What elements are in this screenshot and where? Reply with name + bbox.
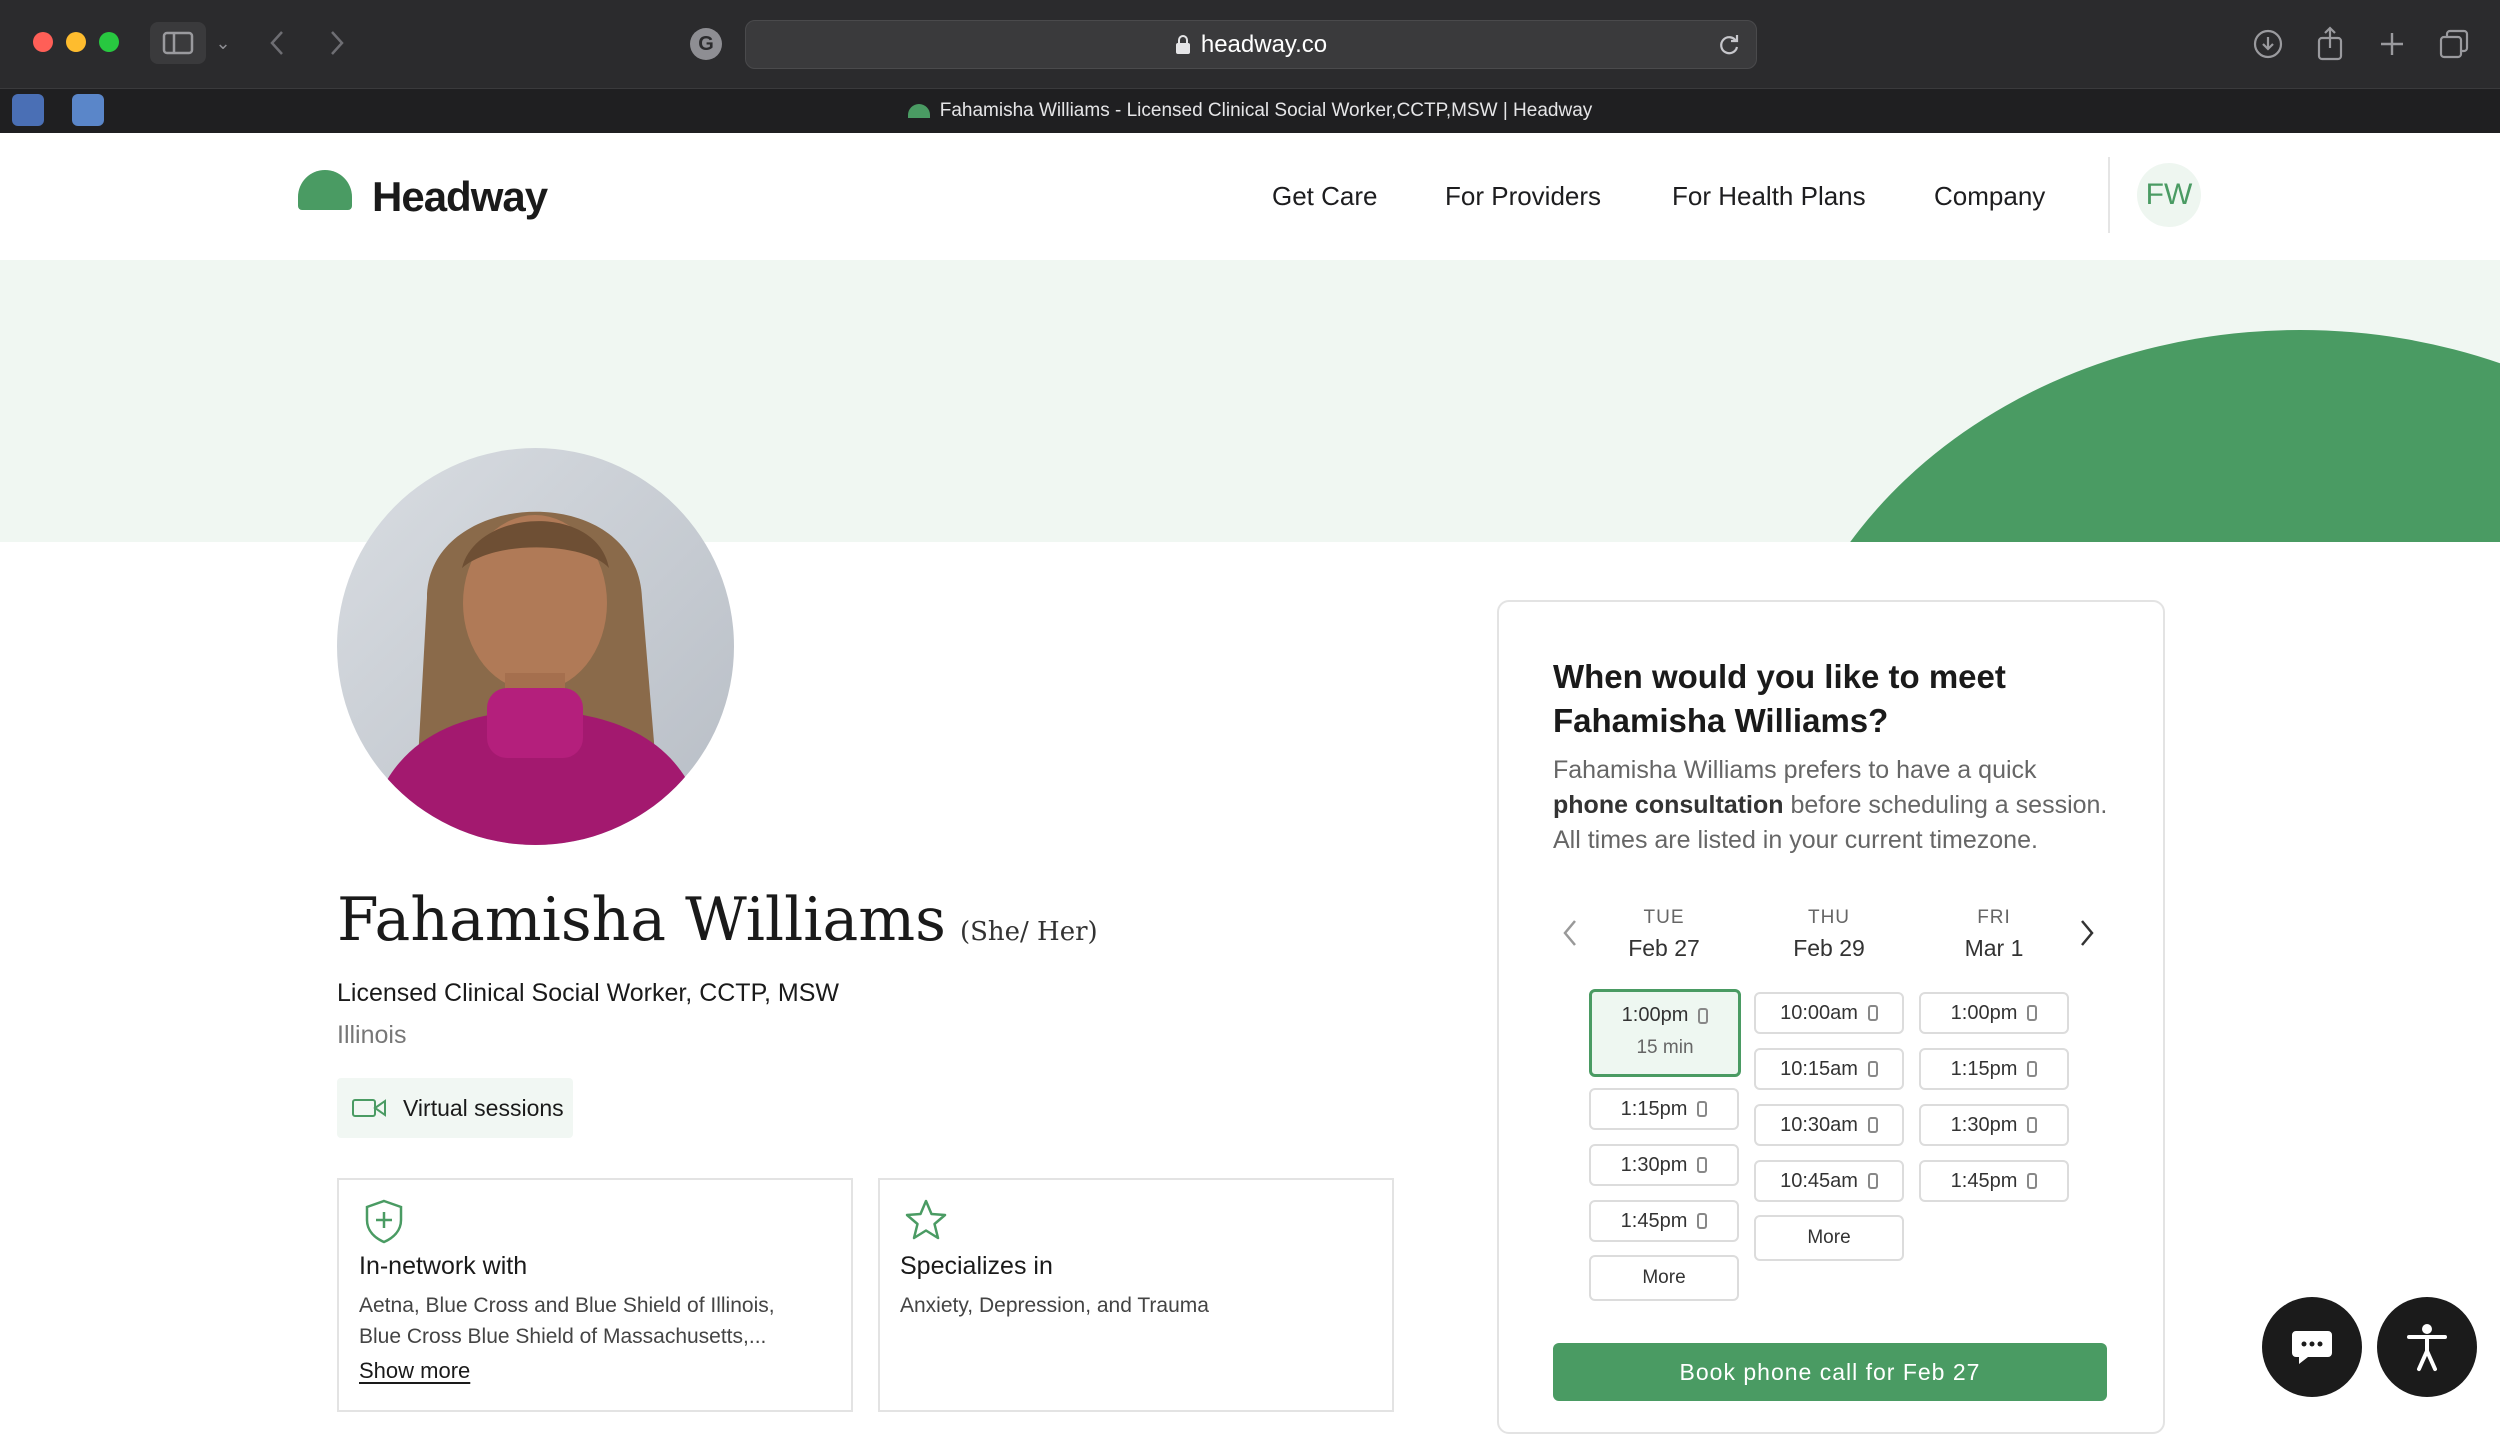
time-slot[interactable]: 1:45pm (1919, 1160, 2069, 1202)
time-slot[interactable]: 1:15pm (1919, 1048, 2069, 1090)
close-window-button[interactable] (33, 32, 53, 52)
more-times-button[interactable]: More (1754, 1215, 1904, 1261)
show-more-link[interactable]: Show more (359, 1358, 470, 1384)
specializes-text: Anxiety, Depression, and Trauma (900, 1294, 1209, 1317)
accessibility-button[interactable] (2377, 1297, 2477, 1397)
phone-icon (1698, 1007, 1709, 1024)
lock-icon (1175, 34, 1190, 54)
hero-banner (0, 260, 2500, 542)
nav-company[interactable]: Company (1934, 133, 2045, 260)
chevron-down-icon[interactable]: ⌄ (212, 26, 234, 60)
active-tab[interactable]: Fahamisha Williams - Licensed Clinical S… (0, 88, 2500, 133)
provider-credentials: Licensed Clinical Social Worker, CCTP, M… (337, 979, 840, 1007)
phone-icon (1697, 1213, 1708, 1229)
more-times-button[interactable]: More (1589, 1255, 1739, 1301)
url-text: headway.co (1200, 30, 1328, 58)
provider-pronouns: (She/ Her) (959, 917, 1098, 947)
day-header-thu: THU Feb 29 (1793, 907, 1865, 961)
video-camera-icon (352, 1099, 386, 1117)
booking-heading: When would you like to meet Fahamisha Wi… (1553, 658, 2006, 739)
time-slot[interactable]: 1:45pm (1589, 1200, 1739, 1242)
book-phone-call-button[interactable]: Book phone call for Feb 27 (1553, 1343, 2107, 1401)
new-tab-icon[interactable] (2374, 26, 2410, 62)
phone-icon (2027, 1117, 2038, 1133)
slot-duration: 15 min (1636, 1037, 1694, 1058)
logo-text[interactable]: Headway (372, 172, 548, 222)
in-network-title: In-network with (359, 1252, 528, 1280)
provider-location: Illinois (337, 1021, 407, 1049)
prev-dates-icon[interactable] (1555, 915, 1585, 951)
back-icon[interactable] (262, 22, 292, 64)
downloads-icon[interactable] (2250, 26, 2286, 62)
time-slot[interactable]: 10:15am (1754, 1048, 1904, 1090)
time-slot[interactable]: 1:30pm (1919, 1104, 2069, 1146)
nav-divider (2108, 157, 2110, 233)
phone-icon (1697, 1101, 1708, 1117)
hero-decorative-arc (1770, 330, 2500, 542)
nav-for-health-plans[interactable]: For Health Plans (1672, 133, 1866, 260)
specializes-title: Specializes in (900, 1252, 1053, 1280)
nav-for-providers[interactable]: For Providers (1445, 133, 1601, 260)
chat-button[interactable] (2262, 1297, 2362, 1397)
time-slot-selected[interactable]: 1:00pm 15 min (1589, 989, 1741, 1077)
provider-name: Fahamisha Williams (337, 885, 946, 955)
phone-icon (1867, 1173, 1878, 1189)
tab-title: Fahamisha Williams - Licensed Clinical S… (939, 99, 1593, 121)
virtual-sessions-label: Virtual sessions (403, 1094, 564, 1121)
provider-name-row: Fahamisha Williams (She/ Her) (337, 885, 1098, 955)
phone-icon (2027, 1173, 2038, 1189)
chat-bubble-icon (2292, 1331, 2332, 1364)
address-bar[interactable]: headway.co (745, 20, 1757, 69)
forward-icon[interactable] (322, 22, 352, 64)
booking-description: Fahamisha Williams prefers to have a qui… (1553, 756, 2108, 854)
sidebar-toggle-icon[interactable] (150, 22, 206, 64)
day-header-fri: FRI Mar 1 (1964, 907, 2024, 961)
minimize-window-button[interactable] (66, 32, 86, 52)
phone-icon (2027, 1005, 2038, 1021)
in-network-card: In-network with Aetna, Blue Cross and Bl… (337, 1178, 853, 1412)
day-header-tue: TUE Feb 27 (1628, 907, 1700, 961)
time-slot[interactable]: 1:30pm (1589, 1144, 1739, 1186)
favicon-icon (907, 103, 930, 118)
phone-icon (1697, 1157, 1708, 1173)
virtual-sessions-badge: Virtual sessions (337, 1078, 573, 1138)
time-slot[interactable]: 10:45am (1754, 1160, 1904, 1202)
time-slot[interactable]: 1:00pm (1919, 992, 2069, 1034)
time-slot[interactable]: 1:15pm (1589, 1088, 1739, 1130)
time-slot[interactable]: 10:30am (1754, 1104, 1904, 1146)
specializes-card: Specializes in Anxiety, Depression, and … (878, 1178, 1394, 1412)
time-slot[interactable]: 10:00am (1754, 992, 1904, 1034)
nav-get-care[interactable]: Get Care (1272, 133, 1378, 260)
phone-icon (1867, 1117, 1878, 1133)
reload-icon[interactable] (1716, 32, 1742, 58)
next-dates-icon[interactable] (2072, 915, 2102, 951)
provider-photo (337, 448, 734, 845)
in-network-line1: Aetna, Blue Cross and Blue Shield of Ill… (359, 1294, 775, 1317)
zoom-window-button[interactable] (99, 32, 119, 52)
phone-icon (2027, 1061, 2038, 1077)
phone-icon (1867, 1061, 1878, 1077)
star-icon (905, 1199, 947, 1240)
share-icon[interactable] (2312, 24, 2348, 64)
accessibility-icon (2407, 1324, 2447, 1371)
phone-icon (1867, 1005, 1878, 1021)
grammarly-icon[interactable]: G (690, 28, 722, 60)
shield-plus-icon (365, 1199, 403, 1244)
user-avatar[interactable]: FW (2137, 163, 2201, 227)
tab-overview-icon[interactable] (2436, 26, 2472, 62)
in-network-line2: Blue Cross Blue Shield of Massachusetts,… (359, 1325, 767, 1348)
